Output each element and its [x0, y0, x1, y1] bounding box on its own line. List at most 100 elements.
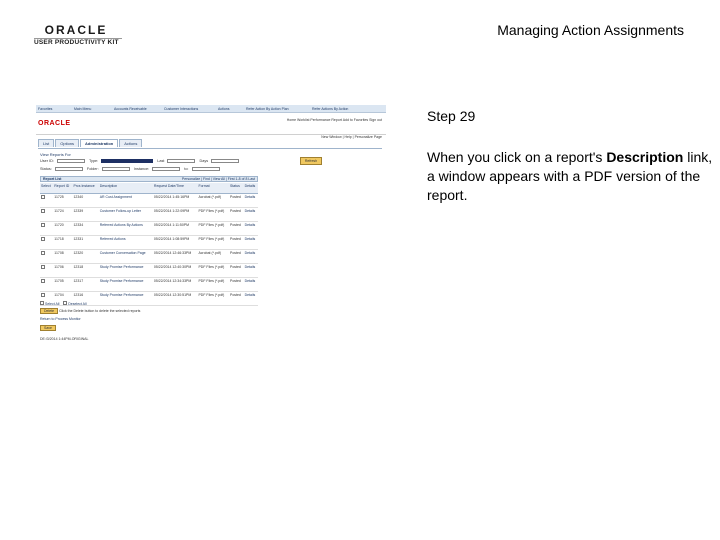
row-checkbox[interactable]: [41, 208, 45, 213]
user-id-input[interactable]: [56, 159, 85, 163]
column-header[interactable]: Select: [40, 183, 54, 194]
column-header[interactable]: Report ID: [53, 183, 73, 194]
report-list-nav[interactable]: Personalize | Find | View All | First 1-…: [182, 177, 255, 182]
report-id: 11708: [53, 249, 73, 264]
column-header[interactable]: Description: [98, 183, 153, 194]
details-link[interactable]: Details: [243, 263, 258, 278]
row-checkbox[interactable]: [41, 250, 45, 255]
column-header[interactable]: Prcs Instance: [72, 183, 99, 194]
report-description-link[interactable]: Customer Follow-up Letter: [98, 207, 153, 222]
days-input[interactable]: [211, 159, 240, 163]
panel-divider: [38, 148, 382, 149]
details-link[interactable]: Details: [243, 193, 258, 208]
to-input[interactable]: [191, 167, 220, 171]
row-select-cell[interactable]: [40, 207, 54, 222]
view-reports-label: View Reports For: [40, 152, 71, 157]
step-title: Step 29: [427, 108, 476, 124]
column-header[interactable]: Status: [228, 183, 244, 194]
details-link[interactable]: Details: [243, 249, 258, 264]
report-status: Posted: [228, 193, 244, 208]
days-label: Days: [199, 159, 209, 163]
tab-options[interactable]: Options: [55, 139, 80, 147]
report-status: Posted: [228, 221, 244, 236]
report-description-link[interactable]: Study Promise Performance: [98, 263, 153, 278]
report-description-link[interactable]: Study Promise Performance: [98, 291, 153, 306]
step-body-prefix: When you click on a report's: [427, 149, 607, 165]
row-checkbox[interactable]: [41, 222, 45, 227]
details-link[interactable]: Details: [243, 277, 258, 292]
report-format: PDF Files (*.pdf): [197, 221, 229, 236]
report-id: 11706: [53, 263, 73, 278]
tab-list[interactable]: List: [38, 139, 55, 147]
row-select-cell[interactable]: [40, 249, 54, 264]
row-select-cell[interactable]: [40, 193, 54, 208]
breadcrumb-link[interactable]: Favorites: [38, 107, 52, 112]
report-format: PDF Files (*.pdf): [197, 291, 229, 306]
report-id: 11724: [53, 207, 73, 222]
report-format: PDF Files (*.pdf): [197, 263, 229, 278]
tab-bar: List Options Administration Actions: [38, 139, 143, 147]
report-format: PDF Files (*.pdf): [197, 235, 229, 250]
column-header[interactable]: Details: [243, 183, 258, 194]
select-all-link[interactable]: Select All: [45, 302, 59, 306]
select-all-checkbox[interactable]: [40, 301, 44, 305]
row-select-cell[interactable]: [40, 235, 54, 250]
report-status: Posted: [228, 291, 244, 306]
row-checkbox[interactable]: [41, 264, 45, 269]
breadcrumb-link[interactable]: Actions: [218, 107, 229, 112]
last-label: Last: [157, 159, 165, 163]
last-select[interactable]: [167, 159, 196, 163]
details-link[interactable]: Details: [243, 221, 258, 236]
status-label: Status:: [40, 167, 52, 171]
report-description-link[interactable]: AR Cust Assignment: [98, 193, 153, 208]
row-select-cell[interactable]: [40, 277, 54, 292]
table-row: 11718 12331 Referred Actions 05/22/2014 1:0…: [40, 235, 258, 250]
type-select[interactable]: [101, 159, 154, 163]
deselect-all-link[interactable]: Deselect All: [68, 302, 86, 306]
breadcrumb-link[interactable]: Refer Actions By Action: [312, 107, 348, 112]
application-screenshot: Favorites Main Menu Accounts Receivable Cus…: [36, 105, 386, 345]
instance-input[interactable]: [152, 167, 181, 171]
breadcrumb-link[interactable]: Main Menu: [74, 107, 91, 112]
row-checkbox[interactable]: [41, 194, 45, 199]
request-datetime: 05/22/2014 1:11:50PM: [152, 221, 198, 236]
status-select[interactable]: [54, 167, 83, 171]
return-to-process-monitor-link[interactable]: Return to Process Monitor: [40, 317, 81, 321]
breadcrumb-link[interactable]: Accounts Receivable: [114, 107, 147, 112]
delete-button[interactable]: Delete: [40, 308, 59, 314]
row-select-cell[interactable]: [40, 221, 54, 236]
request-datetime: 05/22/2014 1:08:59PM: [152, 235, 198, 250]
column-header[interactable]: Request Date/Time: [152, 183, 198, 194]
report-id: 11725: [53, 193, 73, 208]
breadcrumb-link[interactable]: Customer Interactions: [164, 107, 198, 112]
report-id: 11705: [53, 277, 73, 292]
refresh-button[interactable]: Refresh: [300, 157, 322, 165]
tab-administration[interactable]: Administration: [80, 139, 119, 147]
app-nav-links[interactable]: Home Worklist Performance Report Add to …: [287, 118, 382, 123]
column-header[interactable]: Format: [197, 183, 229, 194]
process-instance: 12317: [72, 277, 99, 292]
report-format: PDF Files (*.pdf): [197, 207, 229, 222]
report-description-link[interactable]: Referred Actions By Actions: [98, 221, 153, 236]
report-description-link[interactable]: Referred Actions: [98, 235, 153, 250]
page-header-links[interactable]: New Window | Help | Personalize Page: [321, 135, 382, 140]
report-list-table: Select Report ID Prcs Instance Description R…: [40, 183, 258, 306]
return-link-row: Return to Process Monitor: [40, 317, 81, 322]
row-checkbox[interactable]: [41, 236, 45, 241]
row-checkbox[interactable]: [41, 278, 45, 283]
report-status: Posted: [228, 249, 244, 264]
report-description-link[interactable]: Study Promise Performance: [98, 277, 153, 292]
folder-select[interactable]: [101, 167, 130, 171]
details-link[interactable]: Details: [243, 207, 258, 222]
row-checkbox[interactable]: [41, 292, 45, 297]
details-link[interactable]: Details: [243, 235, 258, 250]
save-button[interactable]: Save: [40, 325, 56, 331]
row-select-cell[interactable]: [40, 263, 54, 278]
deselect-all-checkbox[interactable]: [63, 301, 68, 305]
report-description-link[interactable]: Customer Conversation Page: [98, 249, 153, 264]
tab-actions[interactable]: Actions: [119, 139, 143, 147]
details-link[interactable]: Details: [243, 291, 258, 306]
breadcrumb-link[interactable]: Refer Action By Action Plan: [246, 107, 289, 112]
app-logo: ORACLE: [38, 120, 71, 127]
logo-divider: [34, 38, 122, 39]
